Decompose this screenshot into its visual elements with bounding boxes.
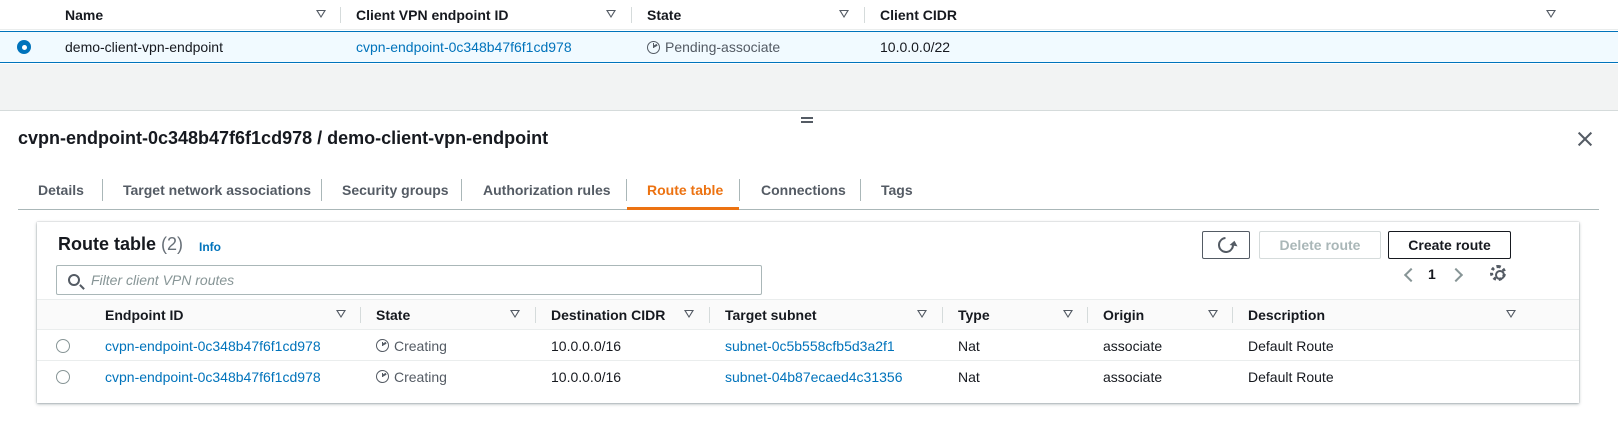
page-number[interactable]: 1 [1428,266,1436,282]
tab-authorization-rules[interactable]: Authorization rules [483,171,611,209]
tab-divider [321,179,322,201]
close-icon[interactable] [1577,131,1593,147]
route-state-label: Creating [394,337,447,354]
sort-icon[interactable] [839,10,849,18]
tab-target-network-associations[interactable]: Target network associations [123,171,311,209]
endpoint-cidr: 10.0.0.0/22 [880,39,951,55]
col-header-state[interactable]: State [376,300,410,330]
col-header-origin[interactable]: Origin [1103,300,1144,330]
column-divider[interactable] [535,307,536,323]
tab-divider [461,179,462,201]
endpoint-state-label: Pending-associate [665,39,781,55]
delete-route-button[interactable]: Delete route [1259,231,1381,259]
route-description: Default Route [1248,368,1334,385]
col-header-destination-cidr[interactable]: Destination CIDR [551,300,665,330]
clock-icon [376,370,389,383]
route-state-label: Creating [394,368,447,385]
tab-divider [626,179,627,201]
route-destination: 10.0.0.0/16 [551,368,622,385]
tab-divider [860,179,861,201]
column-divider[interactable] [709,307,710,323]
route-origin: associate [1103,337,1163,354]
filter-field[interactable] [56,265,762,295]
chevron-right-icon[interactable] [1448,267,1464,283]
col-header-client-cidr[interactable]: Client CIDR [880,0,957,30]
sort-icon[interactable] [336,310,346,318]
tab-tags[interactable]: Tags [881,171,913,209]
route-origin: associate [1103,368,1163,385]
column-divider[interactable] [360,307,361,323]
route-table-header: Endpoint ID State Destination CIDR Targe… [37,299,1579,330]
active-tab-indicator [627,207,739,210]
panel-title: cvpn-endpoint-0c348b47f6f1cd978 / demo-c… [18,128,549,148]
table-row-selected[interactable]: demo-client-vpn-endpoint cvpn-endpoint-0… [0,31,1618,63]
endpoints-table-header: Name Client VPN endpoint ID State Client… [0,0,1618,30]
sort-icon[interactable] [1063,310,1073,318]
route-state: Creating [376,361,447,392]
row-radio[interactable] [56,370,70,384]
route-type: Nat [958,337,980,354]
sort-icon[interactable] [1506,310,1516,318]
sort-icon[interactable] [606,10,616,18]
route-state: Creating [376,330,447,361]
tab-divider [102,179,103,201]
sort-icon[interactable] [1208,310,1218,318]
sort-icon[interactable] [316,10,326,18]
radio-selected-icon[interactable] [17,40,31,54]
table-row[interactable]: cvpn-endpoint-0c348b47f6f1cd978 Creating… [37,330,1579,361]
col-header-state[interactable]: State [647,0,681,30]
refresh-button[interactable] [1202,231,1250,259]
route-subnet-link[interactable]: subnet-04b87ecaed4c31356 [725,361,903,392]
table-footer-area [0,64,1618,111]
route-endpoint-id-link[interactable]: cvpn-endpoint-0c348b47f6f1cd978 [105,361,321,392]
col-header-type[interactable]: Type [958,300,990,330]
sort-icon[interactable] [1546,10,1556,18]
route-table-container: Route table (2) Info Delete route Create… [37,222,1579,403]
col-header-endpoint-id[interactable]: Client VPN endpoint ID [356,0,508,30]
col-header-description[interactable]: Description [1248,300,1325,330]
table-row[interactable]: cvpn-endpoint-0c348b47f6f1cd978 Creating… [37,361,1579,392]
tab-connections[interactable]: Connections [761,171,846,209]
tab-divider [739,179,740,201]
route-type: Nat [958,368,980,385]
info-link[interactable]: Info [199,240,221,254]
filter-input[interactable] [91,272,731,288]
sort-icon[interactable] [684,310,694,318]
sort-icon[interactable] [510,310,520,318]
column-divider[interactable] [942,307,943,323]
col-header-name[interactable]: Name [65,0,103,30]
col-header-target-subnet[interactable]: Target subnet [725,300,817,330]
column-divider[interactable] [1087,307,1088,323]
row-radio[interactable] [56,339,70,353]
tab-details[interactable]: Details [38,171,84,209]
endpoint-state: Pending-associate [647,32,780,62]
route-table-heading: Route table (2) [58,234,183,255]
chevron-left-icon[interactable] [1403,267,1419,283]
sort-icon[interactable] [917,310,927,318]
search-icon [68,274,80,286]
route-subnet-link[interactable]: subnet-0c5b558cfb5d3a2f1 [725,330,895,361]
panel-tabs: Details Target network associations Secu… [18,171,1599,210]
tab-security-groups[interactable]: Security groups [342,171,449,209]
column-divider[interactable] [340,7,341,23]
col-header-endpoint-id[interactable]: Endpoint ID [105,300,184,330]
route-table-title: Route table [58,234,157,254]
route-destination: 10.0.0.0/16 [551,337,622,354]
endpoint-id-link[interactable]: cvpn-endpoint-0c348b47f6f1cd978 [356,32,572,62]
endpoint-name: demo-client-vpn-endpoint [65,39,223,55]
clock-icon [647,40,660,54]
column-divider[interactable] [864,7,865,23]
refresh-icon [1214,233,1238,257]
route-endpoint-id-link[interactable]: cvpn-endpoint-0c348b47f6f1cd978 [105,330,321,361]
route-table-count: (2) [161,234,184,254]
tab-route-table[interactable]: Route table [647,171,723,209]
split-panel-resize-handle[interactable] [801,116,813,123]
route-description: Default Route [1248,337,1334,354]
column-divider[interactable] [631,7,632,23]
clock-icon [376,339,389,352]
column-divider[interactable] [1232,307,1233,323]
gear-icon[interactable] [1490,265,1506,281]
create-route-button[interactable]: Create route [1388,231,1511,259]
endpoints-table: Name Client VPN endpoint ID State Client… [0,0,1618,64]
